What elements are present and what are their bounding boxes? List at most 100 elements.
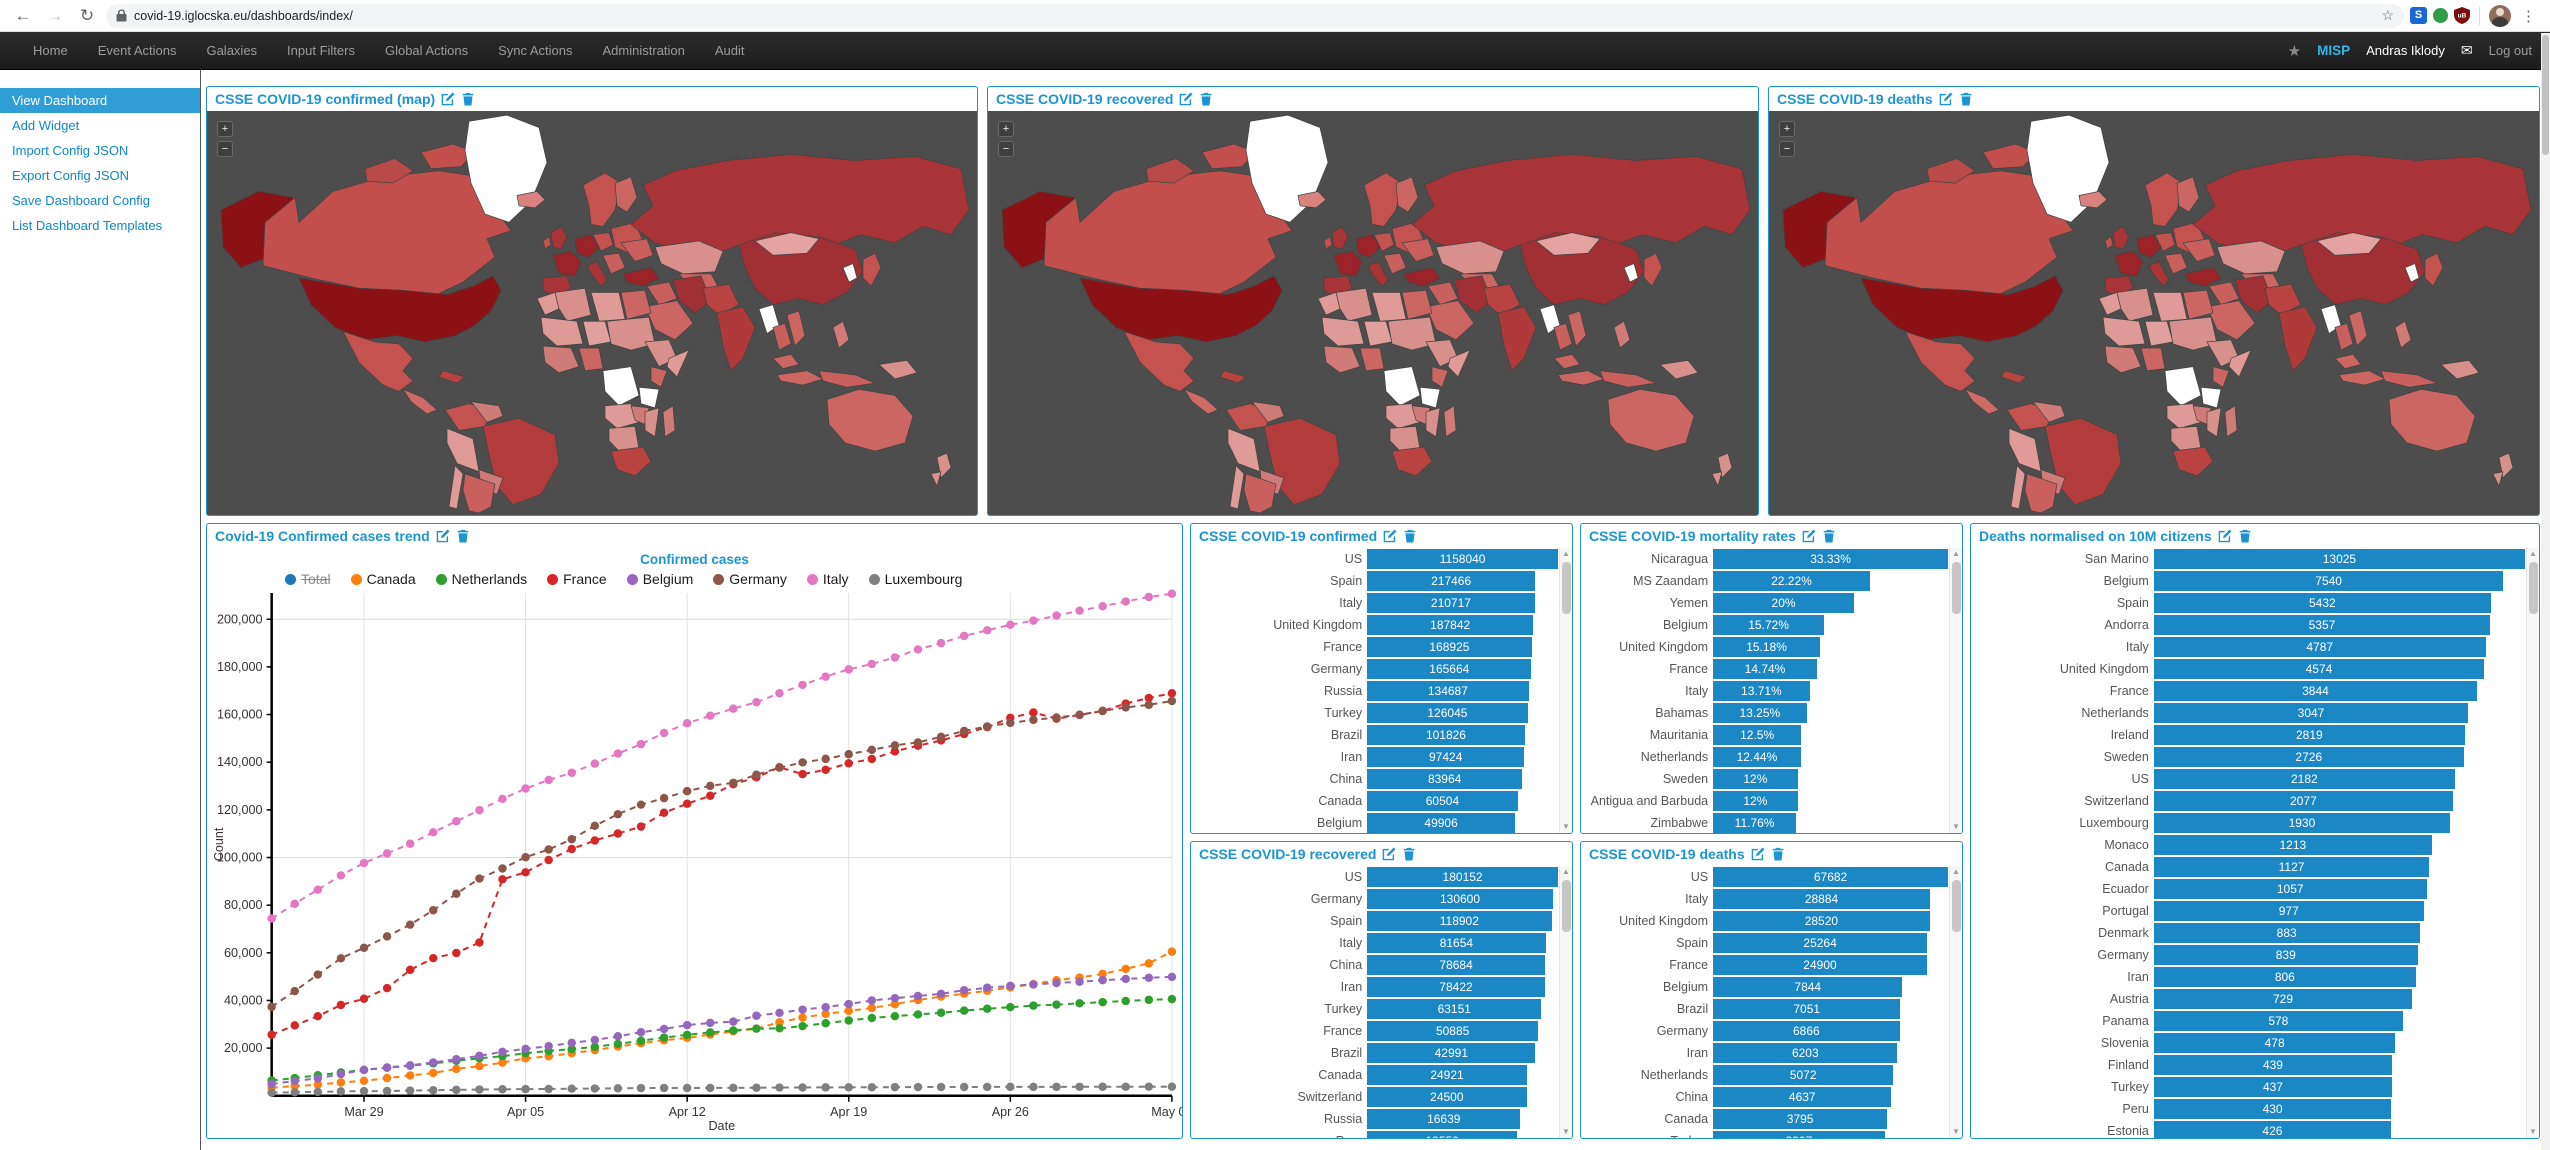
bar-value[interactable]: 2077 (2154, 791, 2453, 811)
browser-back-icon[interactable]: ← (10, 6, 36, 26)
zoom-in-button[interactable]: + (217, 121, 233, 137)
bar-value[interactable]: 24900 (1713, 955, 1927, 975)
scroll-thumb[interactable] (1562, 562, 1571, 614)
delete-widget-icon[interactable] (461, 92, 475, 106)
scroll-up-icon[interactable]: ▲ (2529, 548, 2537, 560)
zoom-out-button[interactable]: − (1779, 141, 1795, 157)
bar-value[interactable]: 81654 (1367, 933, 1545, 953)
bar-value[interactable]: 33.33% (1713, 549, 1948, 569)
bar-value[interactable]: 42991 (1367, 1043, 1535, 1063)
scroll-up-icon[interactable]: ▲ (1562, 866, 1570, 878)
mail-icon[interactable]: ✉ (2461, 42, 2473, 59)
widget-scrollbar[interactable]: ▲▼ (2526, 548, 2539, 1138)
bar-value[interactable]: 20% (1713, 593, 1854, 613)
bar-value[interactable]: 1158040 (1367, 549, 1558, 569)
delete-widget-icon[interactable] (1959, 92, 1973, 106)
zoom-out-button[interactable]: − (217, 141, 233, 157)
zoom-in-button[interactable]: + (998, 121, 1014, 137)
bar-value[interactable]: 13550 (1367, 1131, 1517, 1138)
bar-value[interactable]: 78422 (1367, 977, 1545, 997)
scroll-thumb[interactable] (1562, 880, 1571, 932)
delete-widget-icon[interactable] (1771, 847, 1785, 861)
bar-value[interactable]: 578 (2154, 1011, 2403, 1031)
bar-value[interactable]: 437 (2154, 1077, 2392, 1097)
edit-widget-icon[interactable] (1939, 92, 1953, 106)
bar-value[interactable]: 13.25% (1713, 703, 1806, 723)
scroll-thumb[interactable] (1952, 562, 1961, 614)
misp-brand-link[interactable]: MISP (2317, 43, 2350, 58)
bar-value[interactable]: 180152 (1367, 867, 1558, 887)
sidebar-item-view-dashboard[interactable]: View Dashboard (0, 88, 200, 113)
bar-value[interactable]: 4787 (2154, 637, 2486, 657)
legend-item-total[interactable]: Total (285, 571, 331, 587)
delete-widget-icon[interactable] (1199, 92, 1213, 106)
extension-icon-s[interactable]: S (2410, 7, 2427, 24)
bar-value[interactable]: 1057 (2154, 879, 2427, 899)
sidebar-item-import-config-json[interactable]: Import Config JSON (0, 138, 200, 163)
bar-value[interactable]: 126045 (1367, 703, 1527, 723)
bar-value[interactable]: 24921 (1367, 1065, 1527, 1085)
edit-widget-icon[interactable] (1383, 529, 1397, 543)
sidebar-item-add-widget[interactable]: Add Widget (0, 113, 200, 138)
choropleth-map[interactable] (1769, 111, 2539, 515)
edit-widget-icon[interactable] (1802, 529, 1816, 543)
widget-scrollbar[interactable]: ▲▼ (1949, 548, 1962, 833)
nav-item-audit[interactable]: Audit (700, 43, 760, 58)
bar-value[interactable]: 12% (1713, 791, 1798, 811)
bar-value[interactable]: 28520 (1713, 911, 1930, 931)
bar-value[interactable]: 7540 (2154, 571, 2504, 591)
nav-item-galaxies[interactable]: Galaxies (191, 43, 272, 58)
bar-value[interactable]: 134687 (1367, 681, 1528, 701)
bar-value[interactable]: 3795 (1713, 1109, 1887, 1129)
edit-widget-icon[interactable] (1382, 847, 1396, 861)
legend-item-netherlands[interactable]: Netherlands (436, 571, 528, 587)
bar-value[interactable]: 97424 (1367, 747, 1524, 767)
bar-value[interactable]: 6203 (1713, 1043, 1897, 1063)
nav-item-global-actions[interactable]: Global Actions (370, 43, 483, 58)
bar-value[interactable]: 24500 (1367, 1087, 1526, 1107)
bar-value[interactable]: 22.22% (1713, 571, 1870, 591)
sidebar-item-list-dashboard-templates[interactable]: List Dashboard Templates (0, 213, 200, 238)
bar-value[interactable]: 187842 (1367, 615, 1533, 635)
logout-link[interactable]: Log out (2489, 43, 2532, 58)
browser-reload-icon[interactable]: ↻ (74, 6, 100, 26)
sidebar-item-save-dashboard-config[interactable]: Save Dashboard Config (0, 188, 200, 213)
bar-value[interactable]: 1930 (2154, 813, 2450, 833)
bar-value[interactable]: 12.5% (1713, 725, 1801, 745)
legend-item-canada[interactable]: Canada (351, 571, 416, 587)
nav-item-sync-actions[interactable]: Sync Actions (483, 43, 587, 58)
browser-profile-avatar[interactable] (2489, 5, 2511, 27)
edit-widget-icon[interactable] (1751, 847, 1765, 861)
bar-value[interactable]: 11.76% (1713, 813, 1796, 833)
bar-value[interactable]: 3047 (2154, 703, 2468, 723)
bar-value[interactable]: 15.72% (1713, 615, 1824, 635)
bar-value[interactable]: 67682 (1713, 867, 1948, 887)
legend-item-belgium[interactable]: Belgium (627, 571, 694, 587)
bar-value[interactable]: 130600 (1367, 889, 1553, 909)
favorites-star-icon[interactable]: ★ (2288, 42, 2301, 60)
legend-item-germany[interactable]: Germany (713, 571, 787, 587)
scroll-up-icon[interactable]: ▲ (1562, 548, 1570, 560)
scroll-up-icon[interactable]: ▲ (1952, 548, 1960, 560)
legend-item-italy[interactable]: Italy (807, 571, 849, 587)
scroll-up-icon[interactable]: ▲ (1952, 866, 1960, 878)
legend-item-luxembourg[interactable]: Luxembourg (869, 571, 963, 587)
bar-value[interactable]: 16639 (1367, 1109, 1520, 1129)
legend-item-france[interactable]: France (547, 571, 607, 587)
user-name-link[interactable]: Andras Iklody (2366, 43, 2445, 58)
bar-value[interactable]: 5357 (2154, 615, 2490, 635)
edit-widget-icon[interactable] (436, 529, 450, 543)
bar-value[interactable]: 13025 (2154, 549, 2525, 569)
edit-widget-icon[interactable] (2218, 529, 2232, 543)
nav-item-event-actions[interactable]: Event Actions (83, 43, 192, 58)
bar-value[interactable]: 168925 (1367, 637, 1532, 657)
widget-scrollbar[interactable]: ▲▼ (1559, 548, 1572, 833)
bar-value[interactable]: 13.71% (1713, 681, 1810, 701)
bar-value[interactable]: 2182 (2154, 769, 2455, 789)
bar-value[interactable]: 1213 (2154, 835, 2432, 855)
bar-value[interactable]: 25264 (1713, 933, 1927, 953)
choropleth-map[interactable] (988, 111, 1758, 515)
bar-value[interactable]: 6866 (1713, 1021, 1900, 1041)
scroll-thumb[interactable] (1952, 880, 1961, 932)
edit-widget-icon[interactable] (1179, 92, 1193, 106)
